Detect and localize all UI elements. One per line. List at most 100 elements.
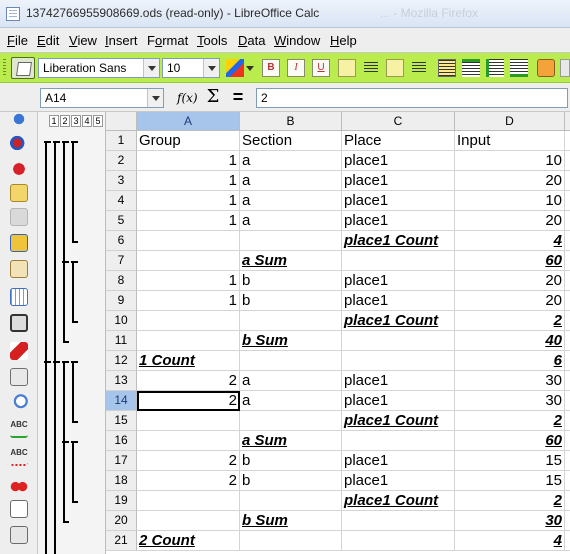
cell-a18[interactable]: 2 bbox=[137, 471, 240, 491]
data-sources-icon[interactable] bbox=[10, 160, 28, 178]
cell-e8[interactable] bbox=[565, 271, 570, 291]
cell-d3[interactable]: 20 bbox=[455, 171, 565, 191]
cell-d2[interactable]: 10 bbox=[455, 151, 565, 171]
cell-b8[interactable]: b bbox=[240, 271, 342, 291]
menu-insert[interactable]: Insert bbox=[105, 33, 138, 48]
cell-a19[interactable] bbox=[137, 491, 240, 511]
cell-d17[interactable]: 15 bbox=[455, 451, 565, 471]
cell-b9[interactable]: b bbox=[240, 291, 342, 311]
cell-a16[interactable] bbox=[137, 431, 240, 451]
cell-e10[interactable] bbox=[565, 311, 570, 331]
menu-view[interactable]: View bbox=[69, 33, 97, 48]
chevron-down-icon[interactable] bbox=[246, 66, 254, 71]
cell-b16[interactable]: a Sum bbox=[240, 431, 342, 451]
cell-d21[interactable]: 4 bbox=[455, 531, 565, 551]
cell-b4[interactable]: a bbox=[240, 191, 342, 211]
formula-input[interactable]: 2 bbox=[256, 88, 568, 108]
cell-a20[interactable] bbox=[137, 511, 240, 531]
cell-a14[interactable]: 2 bbox=[137, 391, 240, 411]
align-right-icon[interactable] bbox=[386, 59, 404, 77]
cell-c13[interactable]: place1 bbox=[342, 371, 455, 391]
function-icon[interactable]: = bbox=[229, 87, 247, 107]
cell-c3[interactable]: place1 bbox=[342, 171, 455, 191]
cell-c12[interactable] bbox=[342, 351, 455, 371]
menu-data[interactable]: Data bbox=[238, 33, 265, 48]
cell-b12[interactable] bbox=[240, 351, 342, 371]
cell-b21[interactable] bbox=[240, 531, 342, 551]
cell-c8[interactable]: place1 bbox=[342, 271, 455, 291]
column-header-d[interactable]: D bbox=[455, 112, 565, 131]
cell-c11[interactable] bbox=[342, 331, 455, 351]
cell-e14[interactable] bbox=[565, 391, 570, 411]
row-header[interactable]: 21 bbox=[106, 531, 137, 551]
row-header[interactable]: 10 bbox=[106, 311, 137, 331]
row-header[interactable]: 11 bbox=[106, 331, 137, 351]
cell-d14[interactable]: 30 bbox=[455, 391, 565, 411]
align-top-icon[interactable] bbox=[462, 59, 480, 77]
cell-c4[interactable]: place1 bbox=[342, 191, 455, 211]
cell-d16[interactable]: 60 bbox=[455, 431, 565, 451]
cell-e18[interactable] bbox=[565, 471, 570, 491]
cell-b18[interactable]: b bbox=[240, 471, 342, 491]
menu-edit[interactable]: Edit bbox=[37, 33, 59, 48]
cell-a1[interactable]: Group bbox=[137, 131, 240, 151]
row-header[interactable]: 13 bbox=[106, 371, 137, 391]
cell-a7[interactable] bbox=[137, 251, 240, 271]
cell-b1[interactable]: Section bbox=[240, 131, 342, 151]
cell-e16[interactable] bbox=[565, 431, 570, 451]
cell-d7[interactable]: 60 bbox=[455, 251, 565, 271]
cell-a9[interactable]: 1 bbox=[137, 291, 240, 311]
cell-c6[interactable]: place1 Count bbox=[342, 231, 455, 251]
cell-a11[interactable] bbox=[137, 331, 240, 351]
cell-c17[interactable]: place1 bbox=[342, 451, 455, 471]
row-header[interactable]: 4 bbox=[106, 191, 137, 211]
cell-c7[interactable] bbox=[342, 251, 455, 271]
cell-e17[interactable] bbox=[565, 451, 570, 471]
cell-b5[interactable]: a bbox=[240, 211, 342, 231]
gallery-icon[interactable] bbox=[10, 134, 28, 152]
align-center-vertically-icon[interactable] bbox=[486, 59, 504, 77]
print-icon[interactable] bbox=[10, 368, 28, 386]
cell-b11[interactable]: b Sum bbox=[240, 331, 342, 351]
align-left-icon[interactable] bbox=[338, 59, 356, 77]
cell-b10[interactable] bbox=[240, 311, 342, 331]
cell-c18[interactable]: place1 bbox=[342, 471, 455, 491]
edit-file-icon[interactable] bbox=[10, 234, 28, 252]
outline-level-3-button[interactable]: 3 bbox=[71, 115, 81, 127]
row-header[interactable]: 14 bbox=[106, 391, 137, 411]
merge-cells-icon[interactable] bbox=[438, 59, 456, 77]
font-color-icon[interactable] bbox=[226, 59, 244, 77]
cell-a12[interactable]: 1 Count bbox=[137, 351, 240, 371]
row-header[interactable]: 7 bbox=[106, 251, 137, 271]
chevron-down-icon[interactable] bbox=[203, 59, 219, 77]
cell-a2[interactable]: 1 bbox=[137, 151, 240, 171]
cell-b17[interactable]: b bbox=[240, 451, 342, 471]
cell-e12[interactable] bbox=[565, 351, 570, 371]
cell-e13[interactable] bbox=[565, 371, 570, 391]
row-header[interactable]: 6 bbox=[106, 231, 137, 251]
cell-e4[interactable] bbox=[565, 191, 570, 211]
export-pdf-icon[interactable] bbox=[10, 342, 28, 360]
outline-level-2-button[interactable]: 2 bbox=[60, 115, 70, 127]
chevron-down-icon[interactable] bbox=[143, 59, 159, 77]
row-header[interactable]: 1 bbox=[106, 131, 137, 151]
cell-e5[interactable] bbox=[565, 211, 570, 231]
row-header[interactable]: 15 bbox=[106, 411, 137, 431]
sum-icon[interactable]: Σ bbox=[204, 87, 222, 107]
column-header-b[interactable]: B bbox=[240, 112, 342, 131]
row-header[interactable]: 17 bbox=[106, 451, 137, 471]
cell-b3[interactable]: a bbox=[240, 171, 342, 191]
font-name-combo[interactable]: Liberation Sans bbox=[38, 58, 160, 78]
italic-icon[interactable]: I bbox=[287, 59, 305, 77]
cell-a4[interactable]: 1 bbox=[137, 191, 240, 211]
cell-c14[interactable]: place1 bbox=[342, 391, 455, 411]
number-format-percent-icon[interactable] bbox=[560, 59, 570, 77]
cell-d5[interactable]: 20 bbox=[455, 211, 565, 231]
cell-d12[interactable]: 6 bbox=[455, 351, 565, 371]
cell-d11[interactable]: 40 bbox=[455, 331, 565, 351]
spreadsheet-grid[interactable]: A B C D 1 Group Section Place Input 2 1 a place1 10 3 1… bbox=[106, 112, 570, 554]
cell-d10[interactable]: 2 bbox=[455, 311, 565, 331]
open-icon[interactable] bbox=[10, 184, 28, 202]
bold-icon[interactable]: B bbox=[262, 59, 280, 77]
column-header-e[interactable] bbox=[565, 112, 570, 131]
